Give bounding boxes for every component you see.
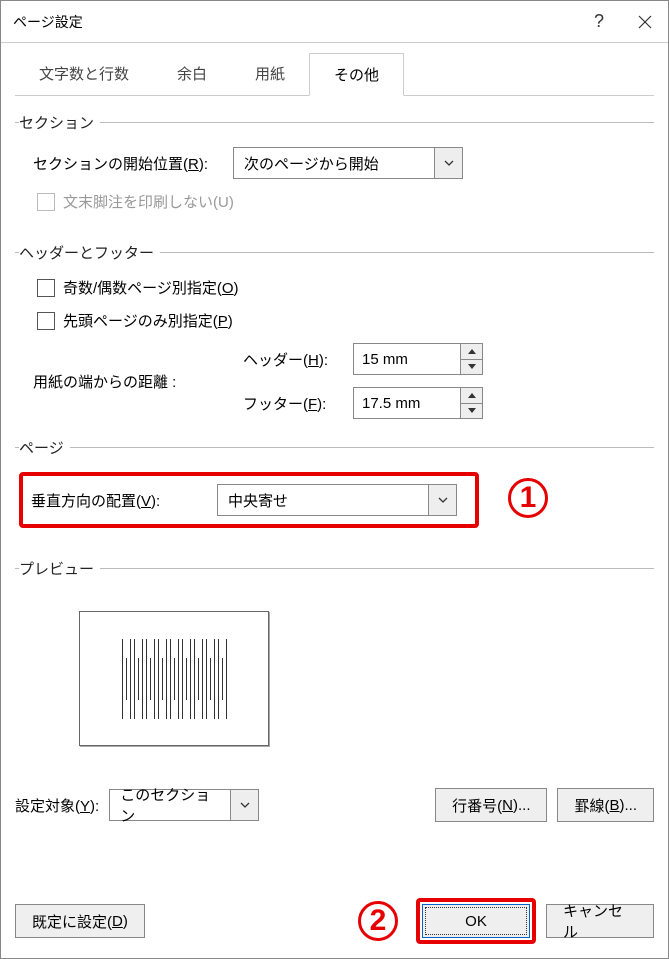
preview-group: プレビュー [15, 558, 654, 746]
footer-spinner[interactable]: 17.5 mm [353, 387, 483, 419]
apply-to-label: 設定対象(Y): [15, 795, 99, 816]
header-spinner[interactable]: 15 mm [353, 343, 483, 375]
valign-value: 中央寄せ [218, 490, 428, 511]
odd-even-label: 奇数/偶数ページ別指定(O) [63, 277, 239, 298]
header-footer-legend: ヘッダーとフッター [19, 242, 160, 263]
page-legend: ページ [19, 437, 70, 458]
valign-label: 垂直方向の配置(V): [31, 490, 217, 511]
set-default-button[interactable]: 既定に設定(D) [15, 904, 145, 938]
border-button[interactable]: 罫線(B)... [557, 788, 654, 822]
odd-even-checkbox[interactable] [37, 279, 55, 297]
valign-select[interactable]: 中央寄せ [217, 484, 457, 516]
footer-value: 17.5 mm [354, 388, 460, 418]
header-down-icon[interactable] [461, 359, 482, 375]
endnote-label: 文末脚注を印刷しない(U) [63, 191, 234, 212]
chevron-down-icon [434, 148, 462, 178]
apply-to-select[interactable]: このセクション [109, 789, 259, 821]
tab-margins[interactable]: 余白 [153, 53, 231, 95]
ok-button[interactable]: OK [422, 904, 530, 938]
first-page-checkbox[interactable] [37, 312, 55, 330]
preview-legend: プレビュー [19, 558, 100, 579]
endnote-checkbox [37, 193, 55, 211]
header-up-icon[interactable] [461, 344, 482, 359]
close-button[interactable] [622, 1, 668, 43]
footer-down-icon[interactable] [461, 403, 482, 419]
chevron-down-icon [428, 485, 456, 515]
tab-other[interactable]: その他 [309, 53, 404, 96]
section-start-value: 次のページから開始 [234, 153, 434, 174]
section-start-label: セクションの開始位置(R): [33, 153, 233, 174]
footer-up-icon[interactable] [461, 388, 482, 403]
first-page-label: 先頭ページのみ別指定(P) [63, 310, 233, 331]
header-dist-label: ヘッダー(H): [243, 349, 353, 370]
distance-label: 用紙の端からの距離 : [33, 371, 243, 392]
chevron-down-icon [230, 790, 258, 820]
header-value: 15 mm [354, 344, 460, 374]
preview-page [79, 611, 269, 746]
tab-paper[interactable]: 用紙 [231, 53, 309, 95]
footer-dist-label: フッター(F): [243, 393, 353, 414]
tab-chars-lines[interactable]: 文字数と行数 [15, 53, 153, 95]
header-footer-group: ヘッダーとフッター 奇数/偶数ページ別指定(O) 先頭ページのみ別指定(P) 用… [15, 242, 654, 419]
section-legend: セクション [19, 112, 100, 133]
cancel-button[interactable]: キャンセル [546, 904, 654, 938]
section-group: セクション セクションの開始位置(R): 次のページから開始 文末脚注を印刷しな… [15, 112, 654, 224]
preview-content [122, 639, 227, 719]
apply-to-value: このセクション [110, 784, 230, 826]
annotation-marker-1: 1 [508, 478, 548, 518]
section-start-select[interactable]: 次のページから開始 [233, 147, 463, 179]
help-button[interactable]: ? [576, 1, 622, 43]
dialog-title: ページ設定 [13, 12, 576, 32]
annotation-marker-2: 2 [358, 901, 398, 941]
line-number-button[interactable]: 行番号(N)... [435, 788, 547, 822]
page-group: ページ 垂直方向の配置(V): 中央寄せ 1 [15, 437, 654, 528]
